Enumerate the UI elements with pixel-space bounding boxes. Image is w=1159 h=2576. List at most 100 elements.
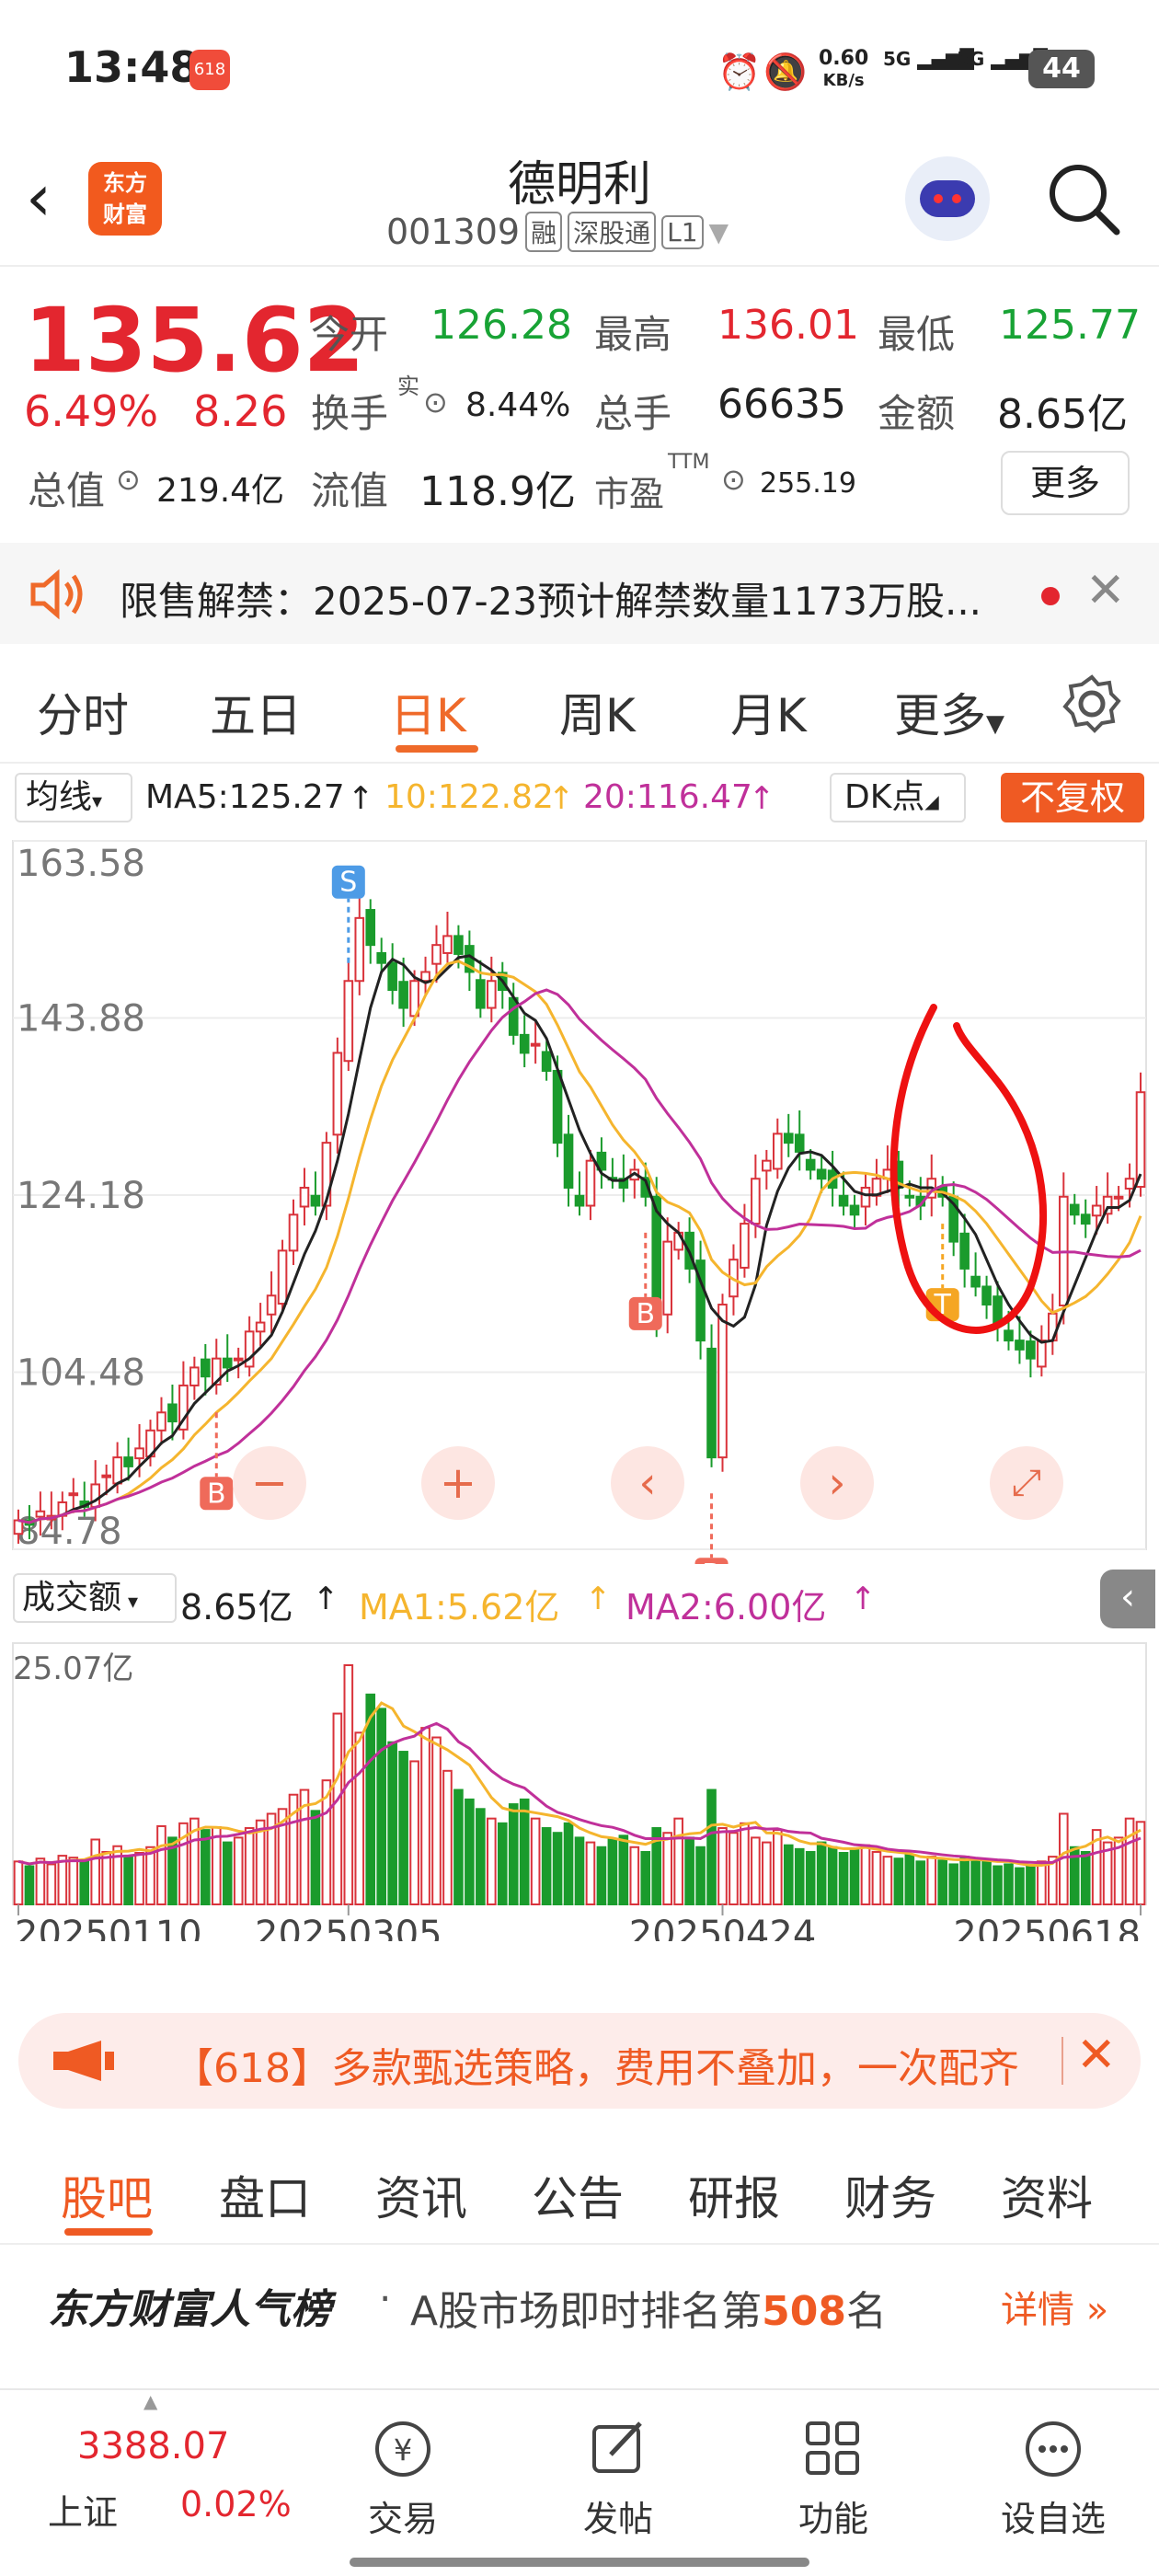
- arrow-up-icon: ↑: [749, 780, 775, 817]
- tab-ziliao[interactable]: 资料: [1001, 2162, 1093, 2228]
- candle-body: [1135, 1091, 1146, 1189]
- candle-body: [860, 1186, 871, 1208]
- volume-bar: [596, 1846, 607, 1905]
- divider: [1061, 2037, 1063, 2085]
- adjust-button[interactable]: 不复权: [1001, 773, 1144, 822]
- ma-selector[interactable]: 均线▾: [15, 773, 132, 822]
- tab-zhouk[interactable]: 周K: [559, 679, 636, 745]
- promo-banner[interactable]: 【618】多款甄选策略，费用不叠加，一次配齐 ✕: [18, 2013, 1141, 2109]
- candle-body: [574, 1194, 585, 1207]
- stock-header: ‹ 东方 财富 德明利 001309 融 深股通 L1 ▼: [0, 138, 1159, 267]
- candle-body: [266, 1294, 277, 1316]
- gear-icon[interactable]: [1061, 673, 1122, 734]
- detail-link[interactable]: 详情 »: [1001, 2280, 1108, 2333]
- robot-assistant-icon[interactable]: [905, 156, 990, 241]
- candle-body: [1069, 1203, 1080, 1216]
- volume-bar: [487, 1817, 497, 1905]
- volume-selector[interactable]: 成交额 ▾: [13, 1573, 177, 1623]
- info-icon[interactable]: ⊙: [721, 462, 746, 497]
- candle-body: [476, 979, 486, 1009]
- y-tick-label: 143.88: [17, 998, 145, 1041]
- tab-zixun[interactable]: 资讯: [375, 2162, 467, 2228]
- close-icon[interactable]: ✕: [1085, 563, 1126, 618]
- tab-rik[interactable]: 日K: [390, 679, 466, 745]
- popularity-rank[interactable]: 东方财富人气榜 · A股市场即时排名第508名 详情 »: [0, 2245, 1159, 2355]
- chevron-up-icon[interactable]: ▲: [143, 2390, 157, 2412]
- candle-body: [717, 1304, 728, 1459]
- rank-title: 东方财富人气榜: [48, 2286, 331, 2333]
- volume-label: 总手: [594, 391, 672, 436]
- volume-bar: [13, 1860, 24, 1905]
- alarm-icon: ⏰: [717, 52, 762, 92]
- rank-dot: ·: [379, 2276, 392, 2321]
- nav-add-watchlist[interactable]: 设自选: [984, 2416, 1122, 2541]
- volume-bar: [783, 1844, 794, 1905]
- zoom-out-button[interactable]: −: [233, 1446, 306, 1520]
- arrow-up-icon: ↑: [850, 1581, 877, 1617]
- tab-yuek[interactable]: 月K: [730, 679, 807, 745]
- more-button[interactable]: 更多: [1001, 451, 1130, 515]
- volume-bar: [453, 1788, 464, 1905]
- high-label: 最高: [594, 312, 672, 357]
- tab-pankou[interactable]: 盘口: [219, 2162, 311, 2228]
- chevron-down-icon[interactable]: ▼: [709, 217, 729, 247]
- y-tick-label: 104.48: [17, 1352, 145, 1395]
- candle-body: [981, 1285, 992, 1306]
- volume-bar: [90, 1838, 101, 1905]
- zoom-in-button[interactable]: +: [421, 1446, 495, 1520]
- x-tick-label: 20250305: [255, 1914, 442, 1941]
- tab-gonggao[interactable]: 公告: [532, 2162, 624, 2228]
- candle-body: [993, 1295, 1003, 1324]
- volume-bar: [244, 1827, 255, 1905]
- candle-body: [255, 1321, 266, 1333]
- candle-body: [1015, 1340, 1025, 1351]
- fullscreen-icon[interactable]: ⤢: [990, 1446, 1063, 1520]
- nav-post[interactable]: 发帖: [563, 2416, 673, 2541]
- nav-functions[interactable]: 功能: [778, 2416, 889, 2541]
- close-icon[interactable]: ✕: [1076, 2028, 1117, 2083]
- open-value: 126.28: [430, 302, 572, 349]
- tab-caiwu[interactable]: 财务: [844, 2162, 936, 2228]
- candle-body: [1091, 1204, 1102, 1217]
- tab-more[interactable]: 更多▼: [894, 679, 1004, 745]
- volume-bar: [904, 1854, 915, 1905]
- scroll-right-button[interactable]: ›: [800, 1446, 874, 1520]
- info-icon[interactable]: ⊙: [116, 462, 141, 497]
- kline-plot[interactable]: 163.58143.88124.18104.4884.78SBBBT: [0, 828, 1159, 1564]
- volume-bar: [420, 1727, 430, 1905]
- tab-wuri[interactable]: 五日: [210, 679, 302, 745]
- index-value[interactable]: 3388.07: [77, 2425, 229, 2467]
- volume-bar: [937, 1859, 948, 1905]
- candle-body: [101, 1474, 111, 1478]
- rank-number: 508: [762, 2288, 846, 2335]
- mute-icon: 🔕: [763, 52, 808, 92]
- volume-bar: [310, 1810, 321, 1905]
- volume-plot[interactable]: 20250110 20250305 20250424 20250618: [0, 1628, 1159, 1941]
- volume-bar: [970, 1857, 981, 1906]
- active-tab-indicator: [64, 2228, 153, 2236]
- search-icon[interactable]: [1045, 160, 1122, 237]
- candle-body: [398, 981, 408, 1009]
- index-name: 上证: [48, 2492, 119, 2533]
- candle-body: [959, 1232, 970, 1270]
- volume-bar: [618, 1834, 629, 1905]
- info-icon[interactable]: ⊙: [423, 385, 448, 420]
- candle-body: [552, 1069, 563, 1144]
- candle-body: [387, 961, 397, 992]
- dk-button[interactable]: DK点◢: [830, 773, 966, 822]
- volume-bar: [640, 1850, 651, 1906]
- x-tick-label: 20250424: [629, 1914, 817, 1941]
- candle-body: [35, 1510, 46, 1518]
- nav-trade[interactable]: ¥ 交易: [348, 2416, 458, 2541]
- volume-bar: [860, 1844, 871, 1905]
- scroll-left-button[interactable]: ‹: [611, 1446, 684, 1520]
- tab-guba[interactable]: 股吧: [61, 2162, 153, 2228]
- x-tick-label: 20250110: [15, 1914, 202, 1941]
- candle-body: [299, 1186, 310, 1208]
- notice-bar[interactable]: 限售解禁：2025-07-23预计解禁数量1173万股... ✕: [0, 543, 1159, 644]
- tab-fenshi[interactable]: 分时: [37, 679, 129, 745]
- collapse-panel-button[interactable]: ‹: [1100, 1570, 1155, 1628]
- volume-bar: [871, 1850, 882, 1906]
- volume-bar: [1026, 1865, 1036, 1905]
- tab-yanbao[interactable]: 研报: [688, 2162, 780, 2228]
